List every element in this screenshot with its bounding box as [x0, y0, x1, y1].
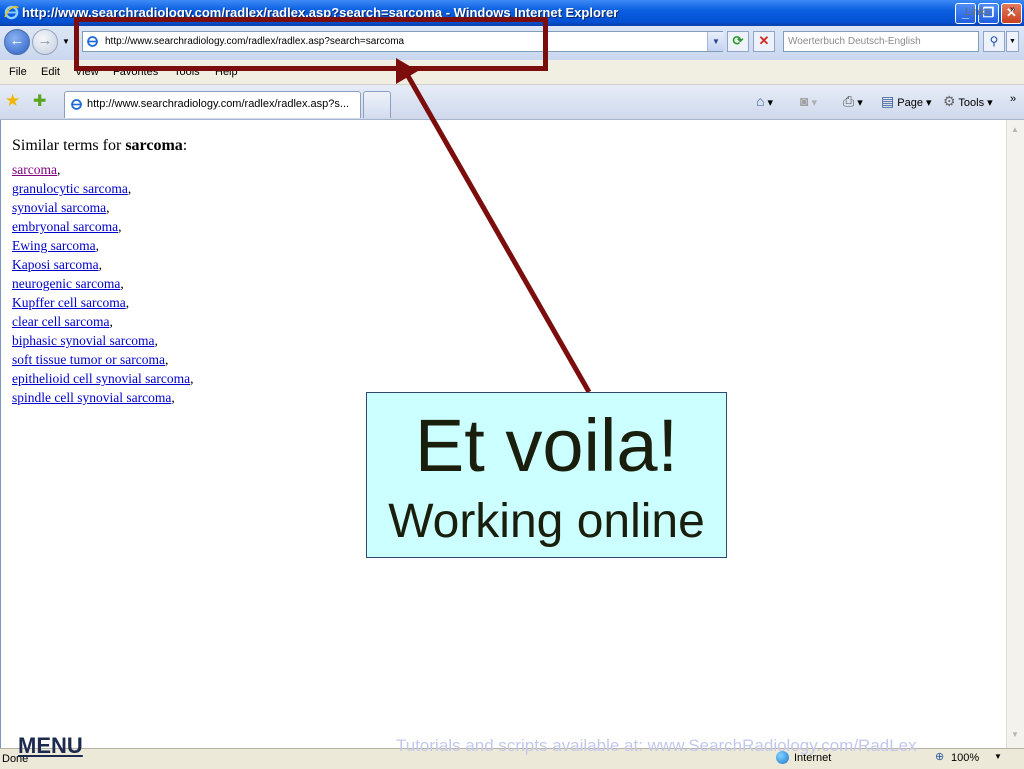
callout-title: Et voila! — [414, 404, 679, 487]
annotation-callout: Et voila! Working online — [366, 392, 727, 558]
annotation-arrow — [396, 58, 592, 394]
callout-subtitle: Working online — [388, 495, 705, 548]
